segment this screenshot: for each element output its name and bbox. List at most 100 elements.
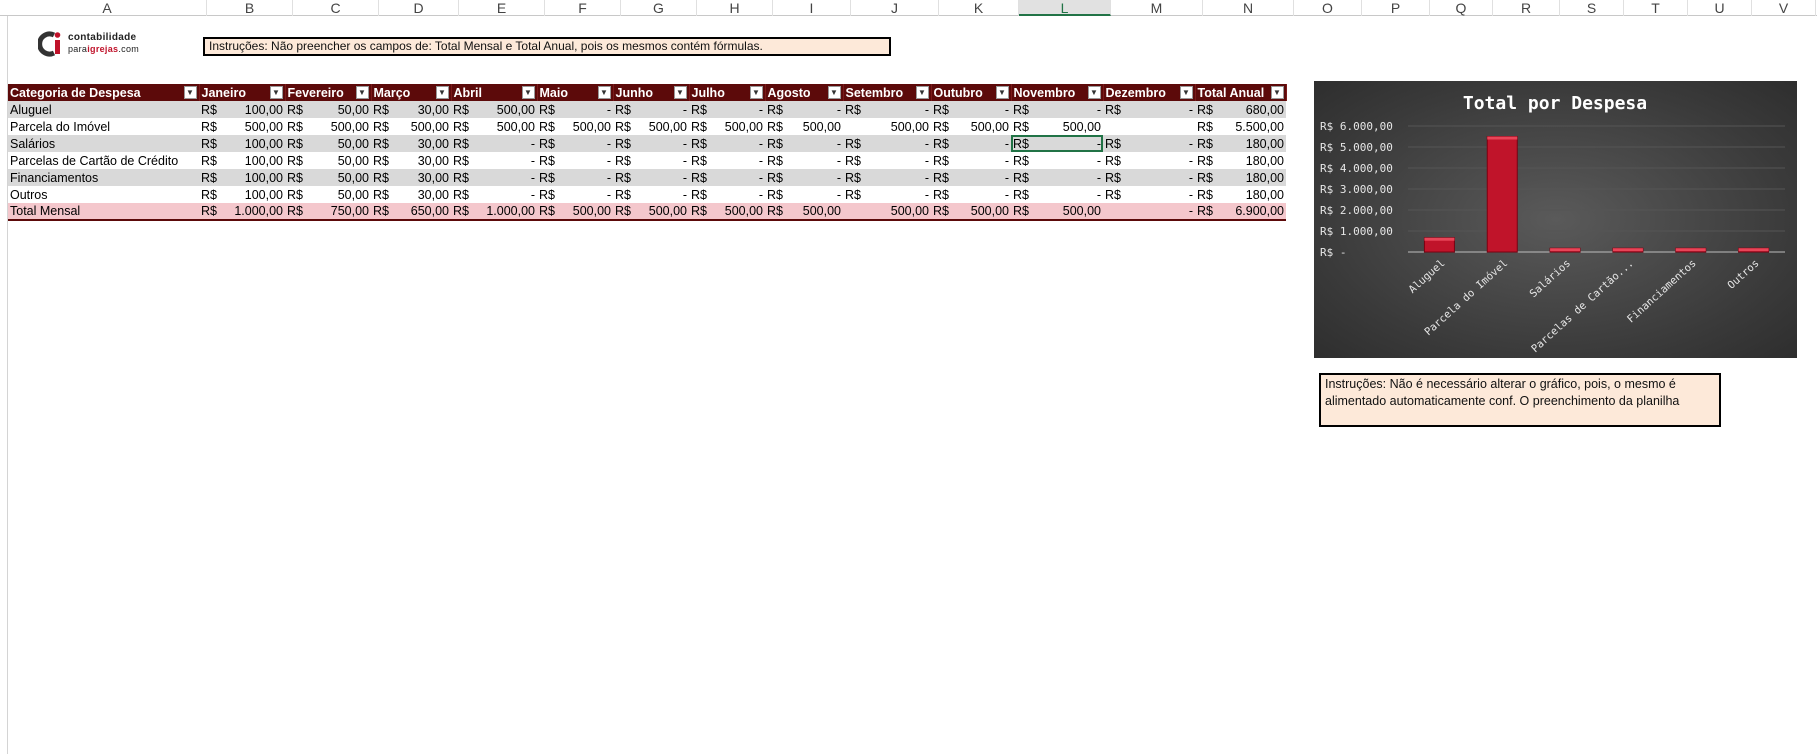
filter-dropdown-icon[interactable]: ▼ [1179, 86, 1193, 99]
value-cell[interactable]: R$ 500,00 [765, 203, 843, 221]
filter-dropdown-icon[interactable]: ▼ [597, 86, 611, 99]
filter-dropdown-icon[interactable]: ▼ [269, 86, 283, 99]
column-header-r[interactable]: R [1493, 0, 1560, 16]
value-cell[interactable]: R$ - [1103, 152, 1195, 169]
filter-dropdown-icon[interactable]: ▼ [1087, 86, 1101, 99]
value-cell[interactable]: R$ - [843, 169, 931, 186]
value-cell[interactable]: R$ 500,00 [689, 118, 765, 135]
value-cell[interactable]: R$ 500,00 [931, 203, 1011, 221]
value-cell[interactable]: R$ - [689, 169, 765, 186]
value-cell[interactable]: R$ - [689, 135, 765, 152]
category-cell[interactable]: Aluguel [8, 101, 199, 118]
filter-dropdown-icon[interactable]: ▼ [915, 86, 929, 99]
value-cell[interactable]: R$ 1.000,00 [451, 203, 537, 221]
header-cell[interactable]: Novembro ▼ [1011, 84, 1104, 101]
value-cell[interactable]: R$ - [765, 135, 843, 152]
value-cell[interactable] [1103, 118, 1195, 135]
header-cell[interactable]: Junho ▼ [613, 84, 690, 101]
value-cell[interactable]: R$ 5.500,00 [1195, 118, 1286, 135]
value-cell[interactable]: R$ 180,00 [1195, 186, 1286, 203]
value-cell[interactable]: R$ - [843, 135, 931, 152]
column-header-e[interactable]: E [459, 0, 545, 16]
header-cell[interactable]: Agosto ▼ [765, 84, 844, 101]
header-cell[interactable]: Fevereiro ▼ [285, 84, 372, 101]
header-cell[interactable]: Outubro ▼ [931, 84, 1012, 101]
value-cell[interactable]: R$ 500,00 [765, 118, 843, 135]
header-cell[interactable]: Total Anual ▼ [1195, 84, 1287, 101]
value-cell[interactable]: R$ - [689, 186, 765, 203]
value-cell[interactable]: R$ 650,00 [371, 203, 451, 221]
value-cell[interactable]: R$ 750,00 [285, 203, 371, 221]
value-cell[interactable]: R$ 180,00 [1195, 152, 1286, 169]
value-cell[interactable]: R$ 6.900,00 [1195, 203, 1286, 221]
value-cell[interactable]: R$ - [1103, 186, 1195, 203]
header-cell[interactable]: Dezembro ▼ [1103, 84, 1196, 101]
value-cell[interactable]: R$ - [843, 186, 931, 203]
column-header-i[interactable]: I [773, 0, 851, 16]
value-cell[interactable]: R$ - [689, 101, 765, 118]
column-header-v[interactable]: V [1752, 0, 1816, 16]
filter-dropdown-icon[interactable]: ▼ [827, 86, 841, 99]
value-cell[interactable]: R$ - [1011, 152, 1103, 169]
header-cell[interactable]: Setembro ▼ [843, 84, 932, 101]
value-cell[interactable]: R$ 500,00 [689, 203, 765, 221]
category-cell[interactable]: Parcela do Imóvel [8, 118, 199, 135]
column-header-c[interactable]: C [293, 0, 379, 16]
header-cell[interactable]: Julho ▼ [689, 84, 766, 101]
value-cell[interactable]: R$ 30,00 [371, 135, 451, 152]
value-cell[interactable]: R$ 500,00 [613, 118, 689, 135]
filter-dropdown-icon[interactable]: ▼ [749, 86, 763, 99]
value-cell[interactable]: R$ 180,00 [1195, 169, 1286, 186]
filter-dropdown-icon[interactable]: ▼ [995, 86, 1009, 99]
value-cell[interactable]: R$ - [613, 152, 689, 169]
value-cell[interactable]: R$ - [451, 169, 537, 186]
value-cell[interactable]: R$ - [689, 152, 765, 169]
value-cell[interactable]: R$ - [931, 152, 1011, 169]
value-cell[interactable]: R$ 500,00 [537, 203, 613, 221]
value-cell[interactable]: R$ - [537, 186, 613, 203]
value-cell[interactable]: R$ - [613, 135, 689, 152]
column-header-p[interactable]: P [1362, 0, 1430, 16]
value-cell[interactable]: R$ - [1103, 135, 1195, 152]
category-cell[interactable]: Salários [8, 135, 199, 152]
value-cell[interactable]: R$ 100,00 [199, 169, 285, 186]
value-cell[interactable]: R$ - [765, 101, 843, 118]
value-cell[interactable]: R$ - [613, 186, 689, 203]
value-cell[interactable]: - [1103, 203, 1195, 221]
category-cell[interactable]: Financiamentos [8, 169, 199, 186]
column-header-o[interactable]: O [1294, 0, 1362, 16]
column-header-m[interactable]: M [1111, 0, 1203, 16]
value-cell[interactable]: R$ - [1011, 169, 1103, 186]
filter-dropdown-icon[interactable]: ▼ [521, 86, 535, 99]
column-header-l[interactable]: L [1019, 0, 1111, 16]
header-cell[interactable]: Março ▼ [371, 84, 452, 101]
value-cell[interactable]: R$ - [451, 135, 537, 152]
column-header-j[interactable]: J [851, 0, 939, 16]
value-cell[interactable]: 500,00 [843, 118, 931, 135]
value-cell[interactable]: R$ - [765, 169, 843, 186]
value-cell[interactable]: R$ 100,00 [199, 186, 285, 203]
value-cell[interactable]: R$ - [931, 101, 1011, 118]
column-header-g[interactable]: G [621, 0, 697, 16]
column-header-k[interactable]: K [939, 0, 1019, 16]
column-header-u[interactable]: U [1688, 0, 1752, 16]
value-cell[interactable]: R$ 500,00 [613, 203, 689, 221]
value-cell[interactable]: R$ 680,00 [1195, 101, 1286, 118]
value-cell[interactable]: R$ 50,00 [285, 101, 371, 118]
value-cell[interactable]: 500,00 [843, 203, 931, 221]
value-cell[interactable]: R$ - [843, 152, 931, 169]
value-cell[interactable]: R$ 50,00 [285, 186, 371, 203]
value-cell[interactable]: R$ - [451, 152, 537, 169]
filter-dropdown-icon[interactable]: ▼ [183, 86, 197, 99]
value-cell[interactable]: R$ 500,00 [1011, 118, 1103, 135]
value-cell[interactable]: R$ 500,00 [537, 118, 613, 135]
header-cell[interactable]: Abril ▼ [451, 84, 538, 101]
value-cell[interactable]: R$ - [537, 135, 613, 152]
value-cell[interactable]: R$ 30,00 [371, 169, 451, 186]
value-cell[interactable]: R$ - [1103, 169, 1195, 186]
header-cell[interactable]: Janeiro ▼ [199, 84, 286, 101]
value-cell[interactable]: R$ 500,00 [371, 118, 451, 135]
category-cell[interactable]: Total Mensal [8, 203, 199, 221]
value-cell[interactable]: R$ 50,00 [285, 135, 371, 152]
column-header-s[interactable]: S [1560, 0, 1624, 16]
